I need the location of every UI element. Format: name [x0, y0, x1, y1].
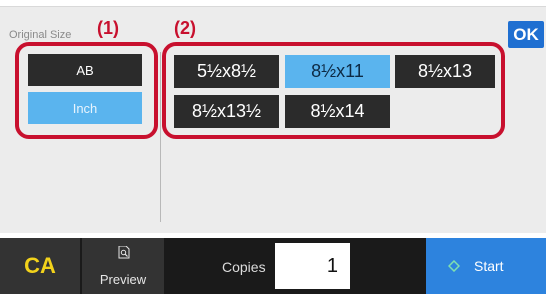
clear-all-button[interactable]: CA	[0, 238, 80, 294]
copies-input[interactable]: 1	[275, 243, 350, 289]
ok-button[interactable]: OK	[508, 21, 544, 48]
size-type-ab-button[interactable]: AB	[28, 54, 142, 86]
screen: Original Size (1) (2) OK AB Inch 5½x8½ 8…	[0, 0, 546, 294]
callout-1: (1)	[97, 18, 119, 38]
size-8-5x11-button[interactable]: 8½x11	[285, 55, 390, 88]
preview-label: Preview	[99, 272, 147, 287]
start-label: Start	[474, 258, 504, 274]
callout-2: (2)	[174, 18, 196, 38]
panel-title: Original Size	[9, 29, 72, 41]
size-8-5x13-5-button[interactable]: 8½x13½	[174, 95, 279, 128]
preview-icon	[118, 246, 130, 259]
size-8-5x13-button[interactable]: 8½x13	[395, 55, 495, 88]
start-button[interactable]: Start	[426, 238, 546, 294]
start-icon	[448, 260, 460, 272]
size-5-5x8-5-button[interactable]: 5½x8½	[174, 55, 279, 88]
preview-button[interactable]: Preview	[82, 238, 164, 294]
divider	[160, 52, 161, 222]
copies-label: Copies	[222, 259, 266, 275]
size-type-inch-button[interactable]: Inch	[28, 92, 142, 124]
size-8-5x14-button[interactable]: 8½x14	[285, 95, 390, 128]
